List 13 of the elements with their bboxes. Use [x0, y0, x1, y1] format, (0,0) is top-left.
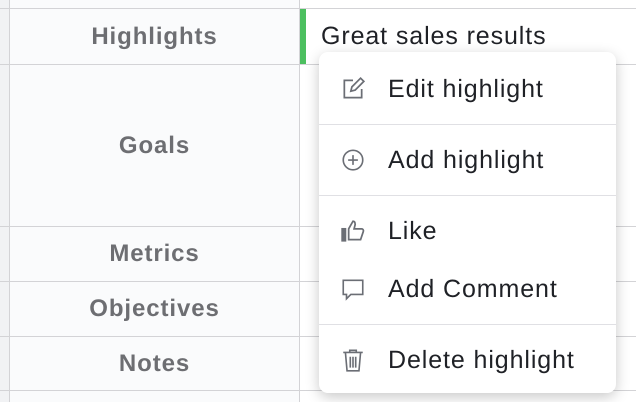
menu-item[interactable]: Edit highlight — [319, 60, 616, 118]
highlight-text: Great sales results — [321, 22, 547, 51]
plus-circle-icon — [340, 147, 366, 173]
row-label: Metrics — [109, 240, 200, 268]
menu-item[interactable]: Add highlight — [319, 131, 616, 189]
menu-item[interactable]: Like — [319, 202, 616, 260]
thumbs-up-icon — [340, 218, 366, 244]
menu-item[interactable]: Add Comment — [319, 260, 616, 318]
row-label: Notes — [118, 350, 190, 378]
row-label: Objectives — [89, 295, 220, 323]
row-label: Goals — [118, 132, 190, 160]
row-label: Highlights — [91, 22, 218, 50]
menu-item[interactable]: Delete highlight — [319, 331, 616, 389]
